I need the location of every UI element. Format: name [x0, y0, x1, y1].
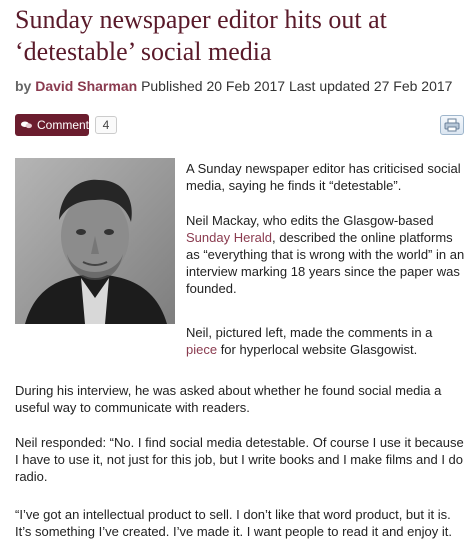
print-button[interactable]	[440, 115, 464, 135]
paragraph-2-text-a: Neil Mackay, who edits the Glasgow-based	[186, 213, 434, 228]
updated-label: Last updated	[288, 78, 370, 94]
published-label: Published	[141, 78, 203, 94]
editor-portrait-image	[15, 158, 175, 324]
paragraph-2: Neil Mackay, who edits the Glasgow-based…	[186, 212, 466, 297]
comment-button[interactable]: Comment	[15, 114, 89, 136]
author-link[interactable]: David Sharman	[35, 78, 137, 94]
paragraph-4: During his interview, he was asked about…	[15, 383, 442, 415]
paragraph-3-text-b: for hyperlocal website Glasgowist.	[217, 342, 418, 357]
comment-bubble-icon	[21, 121, 32, 129]
piece-link[interactable]: piece	[186, 342, 217, 357]
paragraph-3-text-a: Neil, pictured left, made the comments i…	[186, 325, 433, 340]
paragraph-5: Neil responded: “No. I find social media…	[15, 435, 464, 484]
paragraph-1: A Sunday newspaper editor has criticised…	[186, 161, 461, 193]
print-icon	[444, 118, 460, 132]
published-date: 20 Feb 2017	[206, 78, 286, 94]
sunday-herald-link[interactable]: Sunday Herald	[186, 230, 272, 245]
editor-photo	[15, 158, 175, 324]
article-headline: Sunday newspaper editor hits out at ‘det…	[15, 5, 387, 66]
updated-date: 27 Feb 2017	[373, 78, 453, 94]
paragraph-3: Neil, pictured left, made the comments i…	[186, 324, 466, 358]
byline: by David Sharman Published 20 Feb 2017 L…	[15, 78, 452, 94]
comment-count-badge[interactable]: 4	[95, 116, 117, 134]
paragraph-6: “I’ve got an intellectual product to sel…	[15, 507, 452, 539]
byline-by: by	[15, 78, 32, 94]
comment-button-label: Comment	[36, 118, 89, 132]
